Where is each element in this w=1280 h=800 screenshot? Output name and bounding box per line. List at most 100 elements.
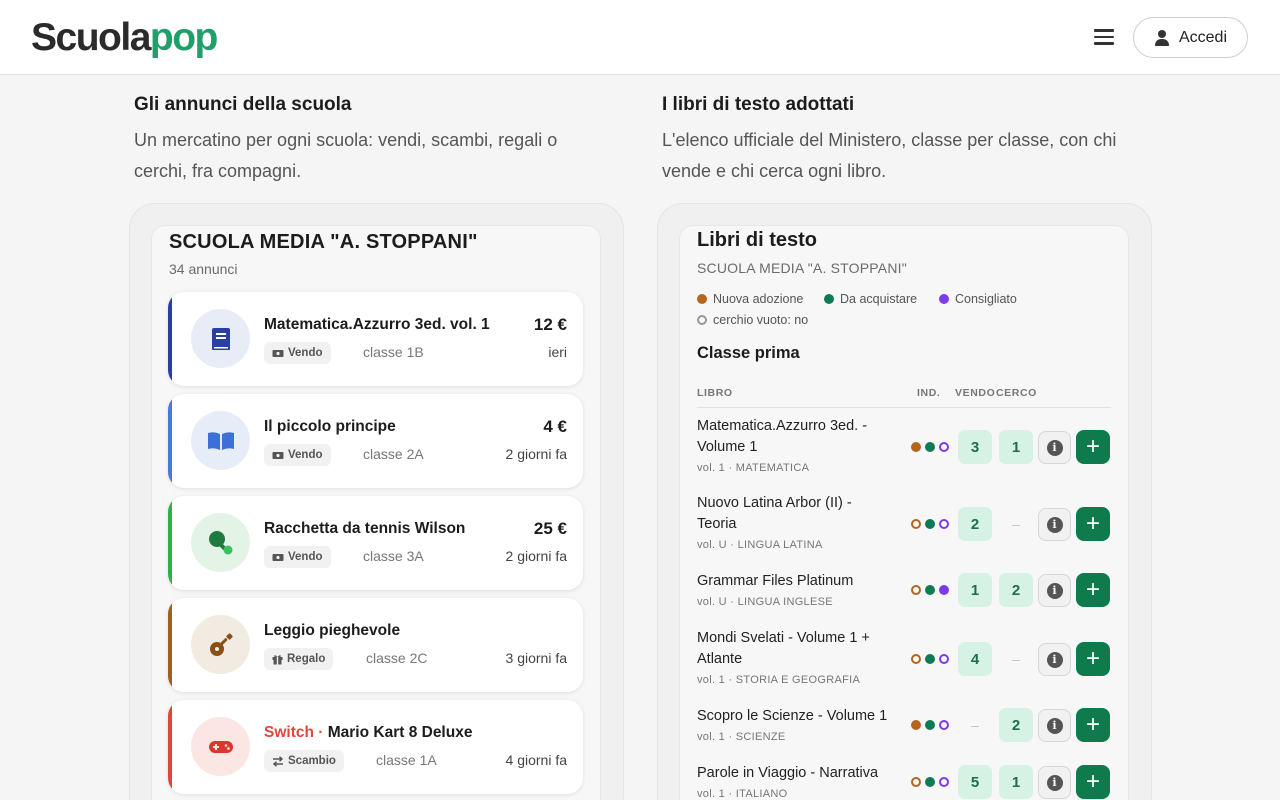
ad-title: Il piccolo principe (264, 418, 396, 436)
consigliato-indicator (939, 654, 949, 664)
hamburger-menu-icon[interactable] (1092, 26, 1116, 48)
add-book-button[interactable]: + (1076, 430, 1110, 464)
ad-type-badge: Scambio (264, 750, 344, 772)
info-icon: i (1046, 717, 1063, 734)
ad-accent-stripe (168, 496, 172, 590)
add-book-button[interactable]: + (1076, 765, 1110, 799)
legend-dot (824, 294, 834, 304)
book-indicators (911, 585, 949, 595)
ad-type-label: Regalo (287, 653, 326, 665)
book-info-button[interactable]: i (1038, 431, 1071, 464)
logo-text-part: pop (149, 16, 218, 59)
legend-da-acquistare: Da acquistare (824, 292, 917, 306)
info-icon: i (1046, 582, 1063, 599)
info-icon: i (1046, 651, 1063, 668)
book-title: Nuovo Latina Arbor (II) - Teoria (697, 495, 852, 532)
gift-icon (272, 654, 283, 664)
book-info-button[interactable]: i (1038, 574, 1071, 607)
book-info-button[interactable]: i (1038, 508, 1071, 541)
ad-date: 3 giorni fa (505, 650, 567, 666)
nuova-adozione-indicator (911, 519, 921, 529)
vendo-count[interactable]: 1 (958, 573, 992, 607)
legend-dot (697, 294, 707, 304)
ad-type-label: Scambio (288, 755, 336, 767)
books-section-title: I libri di testo adottati (662, 94, 855, 115)
cerco-count[interactable]: 1 (999, 430, 1033, 464)
book-meta: vol. 1 · ITALIANO (697, 788, 788, 800)
add-book-button[interactable]: + (1076, 507, 1110, 541)
user-icon (1154, 29, 1170, 47)
ad-card[interactable]: Matematica.Azzurro 3ed. vol. 1 Vendo cla… (168, 292, 583, 386)
da-acquistare-indicator (925, 442, 935, 452)
da-acquistare-indicator (925, 654, 935, 664)
book-row: Matematica.Azzurro 3ed. - Volume 1 vol. 1… (680, 416, 1128, 486)
nuova-adozione-indicator (911, 777, 921, 787)
da-acquistare-indicator (925, 519, 935, 529)
consigliato-indicator (939, 720, 949, 730)
swap-icon (272, 755, 284, 767)
info-icon: i (1046, 516, 1063, 533)
consigliato-indicator (939, 519, 949, 529)
col-header-cerco: CERCO (996, 387, 1037, 399)
cerco-count: – (1012, 651, 1020, 667)
ad-title-text: Mario Kart 8 Deluxe (327, 724, 473, 741)
book-info-button[interactable]: i (1038, 643, 1071, 676)
add-book-button[interactable]: + (1076, 642, 1110, 676)
nuova-adozione-indicator (911, 442, 921, 452)
vendo-count[interactable]: 2 (958, 507, 992, 541)
logo-text-part: la (120, 16, 151, 59)
book-indicators (911, 654, 949, 664)
add-book-button[interactable]: + (1076, 708, 1110, 742)
ad-date: 4 giorni fa (505, 752, 567, 768)
cerco-count[interactable]: 2 (999, 708, 1033, 742)
books-panel: Libri di testo SCUOLA MEDIA "A. STOPPANI… (679, 225, 1129, 800)
vendo-count[interactable]: 3 (958, 430, 992, 464)
ad-card[interactable]: Leggio pieghevole Regalo classe 2C 3 gio… (168, 598, 583, 692)
book-row: Mondi Svelati - Volume 1 + Atlante vol. 1… (680, 628, 1128, 698)
open-book-icon (191, 411, 250, 470)
books-panel-title: Libri di testo (697, 229, 817, 251)
cerco-count[interactable]: 1 (999, 765, 1033, 799)
book-meta: vol. 1 · STORIA E GEOGRAFIA (697, 674, 861, 686)
ad-type-badge: Vendo (264, 342, 331, 364)
legend-label: Da acquistare (840, 292, 918, 306)
book-meta: vol. U · LINGUA INGLESE (697, 596, 833, 608)
banknote-icon (272, 451, 284, 459)
book-title: Matematica.Azzurro 3ed. - Volume 1 (697, 418, 868, 455)
login-button[interactable]: Accedi (1133, 17, 1248, 58)
ad-class: classe 2C (366, 650, 428, 666)
book-title: Parole in Viaggio - Narrativa (697, 765, 879, 781)
ad-title: Matematica.Azzurro 3ed. vol. 1 (264, 316, 490, 334)
legend-label: Consigliato (955, 292, 1017, 306)
consigliato-indicator (939, 585, 949, 595)
book-indicators (911, 519, 949, 529)
consigliato-indicator (939, 777, 949, 787)
ad-title-text: Racchetta da tennis Wilson (264, 520, 466, 537)
ad-price: 12 € (533, 315, 567, 334)
ad-date: 2 giorni fa (505, 548, 567, 564)
ad-card[interactable]: Racchetta da tennis Wilson Vendo classe … (168, 496, 583, 590)
ad-card[interactable]: Il piccolo principe Vendo classe 2A 4 € … (168, 394, 583, 488)
logo-text-part: o (98, 16, 122, 59)
ad-date: 2 giorni fa (505, 446, 567, 462)
books-school-name: SCUOLA MEDIA "A. STOPPANI" (697, 260, 907, 276)
add-book-button[interactable]: + (1076, 573, 1110, 607)
ad-date: ieri (548, 344, 567, 360)
legend-ring (697, 315, 707, 325)
ad-card[interactable]: Switch · Mario Kart 8 Deluxe Scambio cla… (168, 700, 583, 794)
book-meta: vol. U · LINGUA LATINA (697, 539, 823, 551)
book-meta: vol. 1 · MATEMATICA (697, 462, 810, 474)
legend-dot (939, 294, 949, 304)
cerco-count[interactable]: 2 (999, 573, 1033, 607)
book-info-button[interactable]: i (1038, 709, 1071, 742)
vendo-count[interactable]: 4 (958, 642, 992, 676)
da-acquistare-indicator (925, 777, 935, 787)
ad-type-badge: Regalo (264, 648, 334, 670)
book-meta: vol. 1 · SCIENZE (697, 731, 786, 743)
vendo-count[interactable]: 5 (958, 765, 992, 799)
site-header: Scuolapop Accedi (0, 0, 1280, 75)
logo[interactable]: Scuolapop (31, 16, 218, 60)
ad-type-label: Vendo (288, 449, 323, 461)
ad-title: Switch · Mario Kart 8 Deluxe (264, 724, 472, 742)
book-info-button[interactable]: i (1038, 766, 1071, 799)
